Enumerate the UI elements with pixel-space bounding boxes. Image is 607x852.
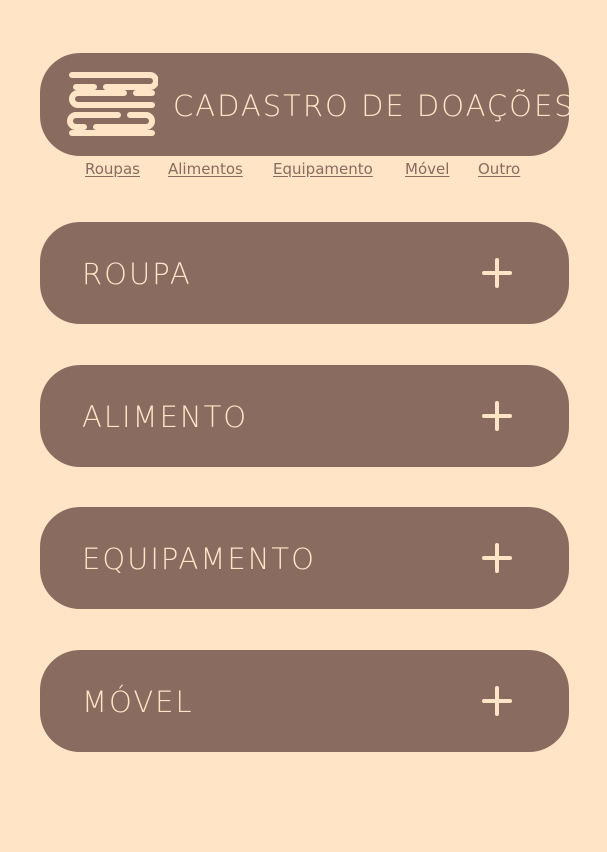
plus-icon[interactable] (482, 258, 512, 288)
category-card-alimento[interactable]: ALIMENTO (40, 365, 569, 467)
category-card-movel[interactable]: MÓVEL (40, 650, 569, 752)
category-card-label: EQUIPAMENTO (82, 542, 316, 576)
nav-link-outro[interactable]: Outro (478, 160, 520, 178)
category-card-equipamento[interactable]: EQUIPAMENTO (40, 507, 569, 609)
plus-icon[interactable] (482, 543, 512, 573)
nav-link-movel[interactable]: Móvel (405, 160, 449, 178)
plus-icon[interactable] (482, 401, 512, 431)
category-card-label: ALIMENTO (82, 400, 249, 434)
app-header: CADASTRO DE DOAÇÕES (40, 53, 573, 156)
maze-logo-icon (67, 72, 158, 136)
nav-link-equipamento[interactable]: Equipamento (273, 160, 373, 178)
category-card-label: ROUPA (82, 257, 192, 291)
category-card-roupa[interactable]: ROUPA (40, 222, 569, 324)
page-title: CADASTRO DE DOAÇÕES (173, 89, 575, 123)
plus-icon[interactable] (482, 686, 512, 716)
nav-link-roupas[interactable]: Roupas (85, 160, 140, 178)
category-card-label: MÓVEL (82, 685, 194, 719)
nav-link-alimentos[interactable]: Alimentos (168, 160, 243, 178)
category-nav: Roupas Alimentos Equipamento Móvel Outro (40, 160, 569, 184)
